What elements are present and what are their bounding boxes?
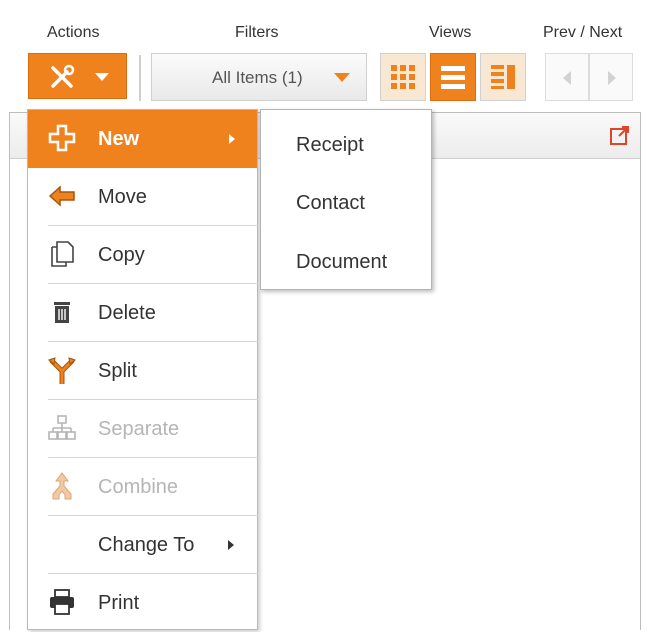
menu-item-label: Move — [98, 186, 147, 208]
arrow-left-icon — [48, 185, 75, 207]
new-submenu: Receipt Contact Document — [260, 109, 432, 290]
next-button[interactable] — [589, 53, 633, 101]
chevron-right-icon — [228, 540, 234, 550]
menu-item-label: Change To — [98, 534, 195, 556]
chevron-down-icon — [334, 73, 350, 82]
menu-item-split[interactable]: Split — [28, 342, 257, 400]
menu-item-combine[interactable]: Combine — [28, 458, 257, 516]
list-icon — [441, 66, 465, 89]
actions-group-label: Actions — [47, 24, 100, 41]
menu-item-label: New — [98, 128, 140, 150]
submenu-item-contact[interactable]: Contact — [261, 171, 431, 229]
grid-view-button[interactable] — [380, 53, 426, 101]
tools-icon — [51, 64, 75, 88]
menu-item-copy[interactable]: Copy — [28, 226, 257, 284]
plus-icon — [48, 124, 76, 152]
submenu-item-receipt[interactable]: Receipt — [261, 113, 431, 171]
printer-icon — [50, 589, 74, 615]
menu-item-label: Delete — [98, 302, 156, 324]
menu-item-label: Split — [98, 360, 137, 382]
submenu-item-document[interactable]: Document — [261, 230, 431, 288]
filters-group-label: Filters — [235, 24, 279, 41]
submenu-item-label: Contact — [296, 192, 365, 214]
copy-icon — [51, 241, 74, 267]
submenu-item-label: Receipt — [296, 134, 364, 156]
trash-icon — [54, 302, 70, 323]
menu-item-label: Combine — [98, 476, 179, 498]
toolbar: Actions Filters Views Prev / Next All It… — [0, 0, 650, 112]
actions-button[interactable] — [28, 53, 127, 99]
filter-value: All Items (1) — [212, 68, 303, 87]
menu-item-move[interactable]: Move — [28, 168, 257, 226]
menu-item-delete[interactable]: Delete — [28, 284, 257, 342]
prev-button[interactable] — [545, 53, 589, 101]
views-group-label: Views — [429, 24, 472, 41]
detail-view-button[interactable] — [480, 53, 526, 101]
chevron-right-icon — [229, 134, 235, 144]
menu-item-label: Separate — [98, 418, 180, 440]
grid-icon — [391, 65, 415, 89]
separate-icon — [48, 415, 76, 440]
menu-item-change-to[interactable]: Change To — [28, 516, 257, 574]
submenu-item-label: Document — [296, 251, 388, 273]
chevron-down-icon — [95, 73, 109, 81]
detail-icon — [491, 65, 515, 89]
combine-icon — [52, 472, 72, 500]
chevron-left-icon — [563, 71, 571, 85]
filter-dropdown[interactable]: All Items (1) — [151, 53, 367, 101]
actions-menu: New Move Copy Delete Split Separate Comb… — [27, 109, 258, 630]
menu-item-label: Print — [98, 592, 140, 614]
menu-item-print[interactable]: Print — [28, 574, 257, 632]
menu-item-label: Copy — [98, 244, 145, 266]
prev-next-group-label: Prev / Next — [543, 24, 623, 41]
chevron-right-icon — [608, 71, 616, 85]
toolbar-divider — [139, 55, 141, 101]
popout-icon[interactable] — [610, 125, 630, 145]
menu-item-new[interactable]: New — [28, 110, 257, 168]
list-view-button[interactable] — [430, 53, 476, 101]
split-icon — [48, 357, 76, 384]
menu-item-separate[interactable]: Separate — [28, 400, 257, 458]
